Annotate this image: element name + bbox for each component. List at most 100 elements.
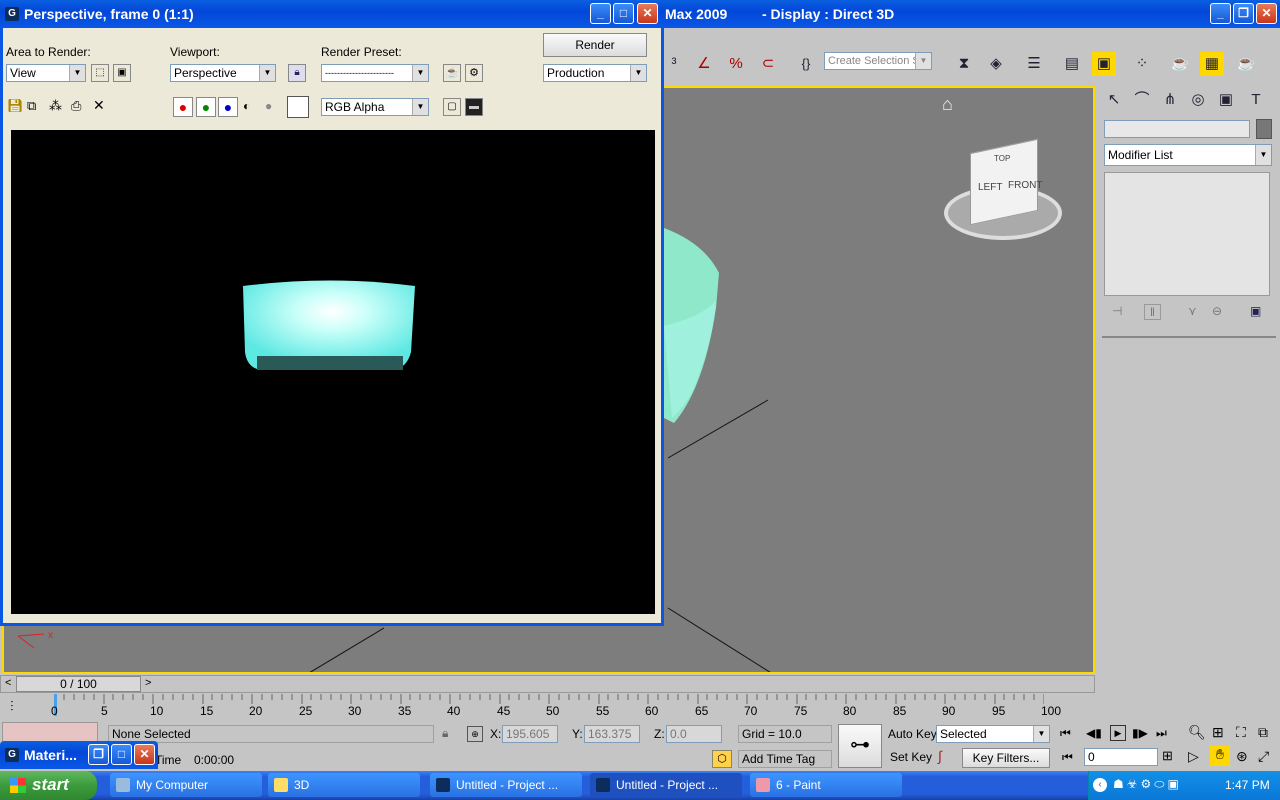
start-button[interactable]: start <box>0 771 97 800</box>
go-to-end-icon[interactable]: ⏭ <box>1156 726 1167 741</box>
material-editor-icon[interactable]: ⁘ <box>1130 52 1154 76</box>
schematic-view-icon[interactable]: ▣ <box>1092 52 1116 76</box>
home-icon[interactable]: ⌂ <box>942 94 953 115</box>
open-mini-curve-editor-icon[interactable]: ⫶ <box>10 698 14 715</box>
rendered-frame-window-icon[interactable]: ▦ <box>1200 52 1224 76</box>
utilities-tab-icon[interactable]: T <box>1244 88 1268 112</box>
taskbar-item-untitled-2[interactable]: Untitled - Project ... <box>590 773 742 797</box>
print-image-icon[interactable]: ⎙ <box>71 98 81 114</box>
render-setup-icon[interactable]: ☕ <box>443 64 461 82</box>
orbit-icon[interactable]: ⊛ <box>1236 748 1248 765</box>
material-editor-restore-button[interactable]: ❐ <box>88 744 109 765</box>
key-selection-dropdown[interactable]: Selected ▼ <box>936 725 1050 743</box>
zoom-extents-all-icon[interactable]: ⧉ <box>1258 724 1268 741</box>
environment-effects-icon[interactable]: ⚙︎ <box>465 64 483 82</box>
material-editor-maximize-button[interactable]: □ <box>111 744 132 765</box>
snap-3d-icon[interactable]: ³ <box>662 52 686 76</box>
save-image-icon[interactable]: 💾︎ <box>7 98 24 114</box>
time-slider[interactable]: < 0 / 100 > <box>0 675 1095 693</box>
alpha-channel-icon[interactable]: ◐ <box>243 99 250 113</box>
layer-manager-icon[interactable]: ☰ <box>1022 52 1046 76</box>
align-icon[interactable]: ◈ <box>984 52 1008 76</box>
viewport-dropdown[interactable]: Perspective ▼ <box>170 64 276 82</box>
render-button[interactable]: Render <box>543 33 647 57</box>
maximize-viewport-icon[interactable]: ⤢ <box>1258 748 1269 765</box>
show-end-result-icon[interactable]: ‖ <box>1144 304 1161 320</box>
viewcube[interactable]: TOP LEFT FRONT <box>942 138 1064 244</box>
red-channel-toggle[interactable]: ● <box>173 97 193 117</box>
material-editor-close-button[interactable]: ✕ <box>134 744 155 765</box>
taskbar-item-paint[interactable]: 6 - Paint <box>750 773 902 797</box>
modifier-stack[interactable] <box>1104 172 1270 296</box>
render-maximize-button[interactable]: □ <box>613 3 634 24</box>
set-key-mode-button[interactable]: ⊶ <box>838 724 882 768</box>
render-close-button[interactable]: ✕ <box>637 3 658 24</box>
monochrome-icon[interactable]: ● <box>265 99 272 113</box>
max-minimize-button[interactable]: _ <box>1210 3 1231 24</box>
add-time-tag-field[interactable]: Add Time Tag <box>738 750 832 768</box>
play-icon[interactable]: ▶ <box>1110 725 1126 741</box>
object-color-swatch[interactable] <box>1256 119 1272 139</box>
render-preset-dropdown[interactable]: ----------------------- ▼ <box>321 64 429 82</box>
zoom-extents-icon[interactable]: ⛶ <box>1236 724 1246 741</box>
display-channel-dropdown[interactable]: RGB Alpha ▼ <box>321 98 429 116</box>
green-channel-toggle[interactable]: ● <box>196 97 216 117</box>
render-minimize-button[interactable]: _ <box>590 3 611 24</box>
max-close-button[interactable]: ✕ <box>1256 3 1277 24</box>
modify-tab-icon[interactable]: ⌒ <box>1130 88 1154 112</box>
previous-frame-icon[interactable]: ◀▮ <box>1086 726 1102 740</box>
copy-image-icon[interactable]: ⧉ <box>27 98 36 114</box>
make-unique-icon[interactable]: ⋎ <box>1188 304 1197 318</box>
max-restore-button[interactable]: ❐ <box>1233 3 1254 24</box>
percent-snap-icon[interactable]: % <box>724 52 748 76</box>
z-coord-field[interactable]: 0.0 <box>666 725 722 743</box>
absolute-mode-icon[interactable]: ⊕ <box>467 726 483 742</box>
create-tab-icon[interactable]: ↖ <box>1102 88 1126 112</box>
track-bar[interactable]: ⫶ 0 5 10 15 20 25 30 35 40 45 50 55 60 65 70 75 80 85 90 95… <box>0 694 1095 720</box>
configure-sets-icon[interactable]: ▣ <box>1250 304 1261 318</box>
next-frame-icon[interactable]: ▮▶ <box>1132 726 1148 740</box>
clone-window-icon[interactable]: ⁂ <box>49 98 62 114</box>
selection-set-dropdown[interactable]: Create Selection Set ▼ <box>824 52 932 70</box>
current-frame-field[interactable]: 0 <box>1084 748 1158 766</box>
auto-key-button[interactable]: Auto Key <box>888 727 937 741</box>
taskbar-item-3d[interactable]: 3D <box>268 773 420 797</box>
edit-region-icon[interactable]: ⬚ <box>91 64 109 82</box>
field-of-view-icon[interactable]: ▷ <box>1188 748 1199 765</box>
hierarchy-tab-icon[interactable]: ⋔ <box>1158 88 1182 112</box>
x-coord-field[interactable]: 195.605 <box>502 725 558 743</box>
toggle-ui-overlay-icon[interactable]: ▢ <box>443 98 461 116</box>
edit-named-selection-icon[interactable]: {} <box>794 52 818 76</box>
go-to-start-icon[interactable]: ⏮ <box>1060 726 1071 741</box>
time-tag-icon[interactable]: ⬡ <box>712 750 732 768</box>
time-slider-thumb[interactable]: 0 / 100 <box>16 676 141 692</box>
y-coord-field[interactable]: 163.375 <box>584 725 640 743</box>
time-slider-prev-icon[interactable]: < <box>5 677 11 689</box>
motion-tab-icon[interactable]: ◎ <box>1186 88 1210 112</box>
blue-channel-toggle[interactable]: ● <box>218 97 238 117</box>
curve-editor-icon[interactable]: ▤ <box>1060 52 1084 76</box>
spinner-snap-icon[interactable]: ⊂ <box>756 52 780 76</box>
toggle-ui-icon[interactable]: ▬ <box>465 98 483 116</box>
display-tab-icon[interactable]: ▣ <box>1214 88 1238 112</box>
selection-lock-icon[interactable]: 🔒︎ <box>442 726 448 741</box>
clear-icon[interactable]: ✕ <box>93 97 105 114</box>
area-to-render-dropdown[interactable]: View ▼ <box>6 64 86 82</box>
pan-view-icon[interactable]: ✋︎ <box>1210 746 1230 766</box>
zoom-all-icon[interactable]: ⊞ <box>1212 724 1224 741</box>
quick-render-icon[interactable]: ☕ <box>1234 52 1258 76</box>
mirror-icon[interactable]: ⧗ <box>952 52 976 76</box>
tray-expand-icon[interactable]: ‹ <box>1093 778 1107 792</box>
object-name-field[interactable] <box>1104 120 1250 138</box>
production-dropdown[interactable]: Production ▼ <box>543 64 647 82</box>
render-setup-icon[interactable]: ☕ <box>1168 52 1192 76</box>
tray-icons[interactable]: ☗☣⚙⬭▣ <box>1113 777 1182 792</box>
auto-region-icon[interactable]: ▣ <box>113 64 131 82</box>
default-in-out-tangents-icon[interactable]: ∫ <box>938 748 942 764</box>
taskbar-item-untitled-1[interactable]: Untitled - Project ... <box>430 773 582 797</box>
material-editor-minimized[interactable]: G Materi... ❐ □ ✕ <box>0 741 158 769</box>
remove-modifier-icon[interactable]: ⊖ <box>1212 304 1222 318</box>
key-mode-toggle-icon[interactable]: ⏮ <box>1062 750 1073 765</box>
key-filters-button[interactable]: Key Filters... <box>962 748 1050 768</box>
zoom-icon[interactable]: 🔍︎ <box>1188 724 1206 741</box>
